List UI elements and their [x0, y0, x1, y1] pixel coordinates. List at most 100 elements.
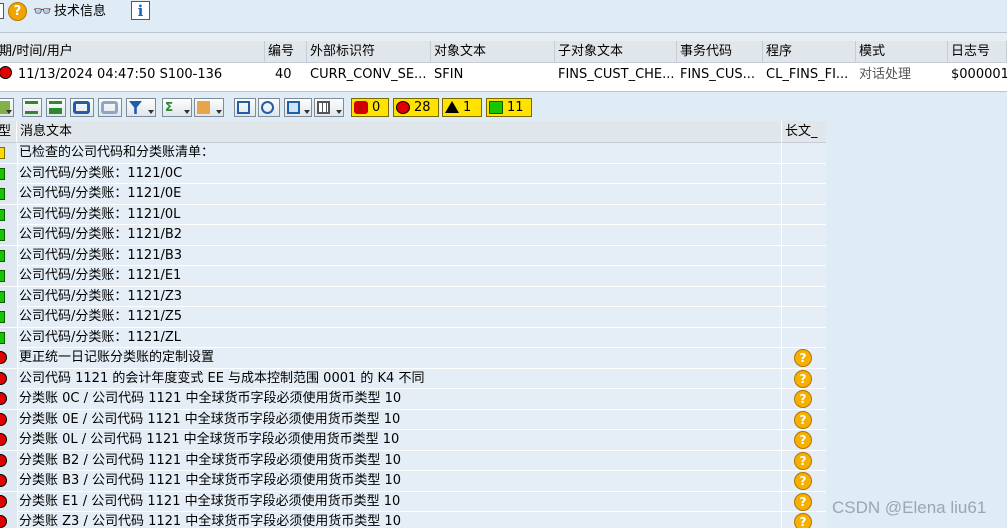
error-status-icon [0, 392, 7, 405]
help-icon[interactable]: ? [794, 513, 812, 528]
help-icon[interactable]: ? [794, 349, 812, 367]
column-header-longtext[interactable]: 长文_ [781, 121, 826, 143]
success-status-icon [0, 229, 5, 241]
message-row[interactable]: 公司代码/分类账：1121/Z3 [0, 286, 826, 307]
help-icon[interactable]: ? [794, 369, 812, 388]
help-icon[interactable]: ? [794, 390, 812, 408]
message-row[interactable]: 分类账 B3 / 公司代码 1121 中全球货币字段必须使用货币类型 10? [0, 471, 826, 492]
column-header-object-text[interactable]: 对象文本 [431, 41, 555, 63]
cell-log-number: $000001 [951, 67, 1007, 82]
help-icon[interactable]: ? [794, 431, 812, 449]
longtext-cell: ? [781, 430, 826, 450]
layout-button[interactable] [314, 98, 344, 117]
column-header-mode[interactable]: 模式 [856, 41, 948, 63]
message-type-cell [0, 266, 18, 286]
message-type-cell [0, 245, 18, 266]
message-row[interactable]: 公司代码/分类账：1121/ZL [0, 327, 826, 348]
column-header-number[interactable]: 编号 [265, 41, 307, 63]
success-status-icon [0, 249, 5, 262]
message-row[interactable]: 分类账 0C / 公司代码 1121 中全球货币字段必须使用货币类型 10? [0, 389, 826, 410]
sort-ascending-button[interactable] [22, 98, 42, 117]
message-row[interactable]: 更正统一日记账分类账的定制设置? [0, 348, 826, 369]
message-type-cell [0, 430, 18, 450]
help-icon[interactable]: ? [8, 2, 27, 21]
subtotal-button[interactable] [194, 98, 224, 117]
stop-icon [354, 101, 368, 114]
print-preview-button[interactable] [258, 98, 280, 117]
application-toolbar: ? 👓 技术信息 i [0, 0, 1007, 26]
warning-status-icon [0, 147, 5, 159]
message-row[interactable]: 分类账 B2 / 公司代码 1121 中全球货币字段必须使用货币类型 10? [0, 450, 826, 471]
longtext-cell [781, 204, 826, 225]
error-status-icon [0, 351, 7, 364]
find-button[interactable] [70, 98, 94, 117]
info-icon[interactable]: i [131, 1, 150, 20]
message-row[interactable]: 分类账 0E / 公司代码 1121 中全球货币字段必须使用货币类型 10? [0, 409, 826, 430]
export-button[interactable] [284, 98, 312, 117]
message-type-cell [0, 409, 18, 430]
message-type-cell [0, 225, 18, 245]
message-row[interactable]: 分类账 Z3 / 公司代码 1121 中全球货币字段必须使用货币类型 10? [0, 512, 826, 528]
sort-descending-button[interactable] [46, 98, 66, 117]
cell-subobject-text: FINS_CUST_CHE... [558, 67, 675, 82]
details-button[interactable] [0, 98, 14, 117]
longtext-cell [781, 163, 826, 184]
cell-tcode: FINS_CUS... [680, 67, 756, 82]
message-row[interactable]: 公司代码/分类账：1121/Z5 [0, 307, 826, 328]
message-row[interactable]: 分类账 E1 / 公司代码 1121 中全球货币字段必须使用货币类型 10? [0, 491, 826, 512]
longtext-cell [781, 266, 826, 286]
message-row[interactable]: 分类账 0L / 公司代码 1121 中全球货币字段必须使用货币类型 10? [0, 430, 826, 451]
column-header-datetime[interactable]: 期/时间/用户 [0, 41, 265, 63]
message-type-cell [0, 512, 18, 528]
success-messages-filter[interactable]: 11 [486, 98, 532, 117]
message-row[interactable]: 公司代码/分类账：1121/B2 [0, 225, 826, 246]
message-type-cell [0, 368, 18, 389]
tech-info-button[interactable]: 技术信息 [54, 3, 106, 21]
message-toolbar: Σ 0 28 1 11 [0, 97, 1007, 119]
find-next-button[interactable] [98, 98, 122, 117]
filter-button[interactable] [126, 98, 156, 117]
longtext-cell [781, 245, 826, 266]
longtext-cell: ? [781, 409, 826, 430]
message-row[interactable]: 公司代码/分类账：1121/B3 [0, 245, 826, 266]
longtext-cell: ? [781, 450, 826, 471]
message-type-cell [0, 307, 18, 327]
error-status-icon [0, 494, 7, 508]
message-type-cell [0, 327, 18, 348]
stop-messages-filter[interactable]: 0 [351, 98, 389, 117]
error-messages-filter[interactable]: 28 [393, 98, 439, 117]
message-text: 公司代码/分类账：1121/B3 [19, 247, 183, 263]
message-row[interactable]: 公司代码/分类账：1121/E1 [0, 266, 826, 287]
message-row[interactable]: 公司代码 1121 的会计年度变式 EE 与成本控制范围 0001 的 K4 不… [0, 368, 826, 389]
message-row[interactable]: 已检查的公司代码和分类账清单： [0, 143, 826, 164]
column-header-message-text[interactable]: 消息文本 [17, 121, 781, 143]
longtext-cell: ? [781, 389, 826, 409]
column-header-program[interactable]: 程序 [763, 41, 856, 63]
message-type-cell [0, 450, 18, 471]
print-button[interactable] [234, 98, 256, 117]
help-icon[interactable]: ? [794, 410, 812, 429]
warning-icon [445, 101, 459, 113]
column-header-tcode[interactable]: 事务代码 [677, 41, 763, 63]
warning-messages-filter[interactable]: 1 [442, 98, 482, 117]
glasses-icon[interactable]: 👓 [33, 2, 53, 20]
longtext-cell [781, 307, 826, 327]
message-row[interactable]: 公司代码/分类账：1121/0L [0, 204, 826, 225]
help-icon[interactable]: ? [794, 472, 812, 490]
total-button[interactable]: Σ [162, 98, 192, 117]
export-icon [287, 101, 300, 114]
column-header-subobject-text[interactable]: 子对象文本 [555, 41, 677, 63]
message-row[interactable]: 公司代码/分类账：1121/0E [0, 184, 826, 205]
document-icon[interactable] [0, 3, 4, 19]
message-text: 公司代码/分类账：1121/Z5 [19, 309, 183, 324]
error-status-icon [0, 474, 7, 487]
message-row[interactable]: 公司代码/分类账：1121/0C [0, 163, 826, 184]
column-header-log-number[interactable]: 日志号 [948, 41, 1007, 63]
longtext-cell: ? [781, 348, 826, 368]
column-header-external-id[interactable]: 外部标识符 [307, 41, 431, 63]
column-header-type[interactable]: 型 [0, 121, 17, 143]
success-status-icon [0, 311, 5, 323]
help-icon[interactable]: ? [794, 451, 812, 470]
help-icon[interactable]: ? [794, 492, 812, 511]
print-preview-icon [261, 101, 274, 114]
